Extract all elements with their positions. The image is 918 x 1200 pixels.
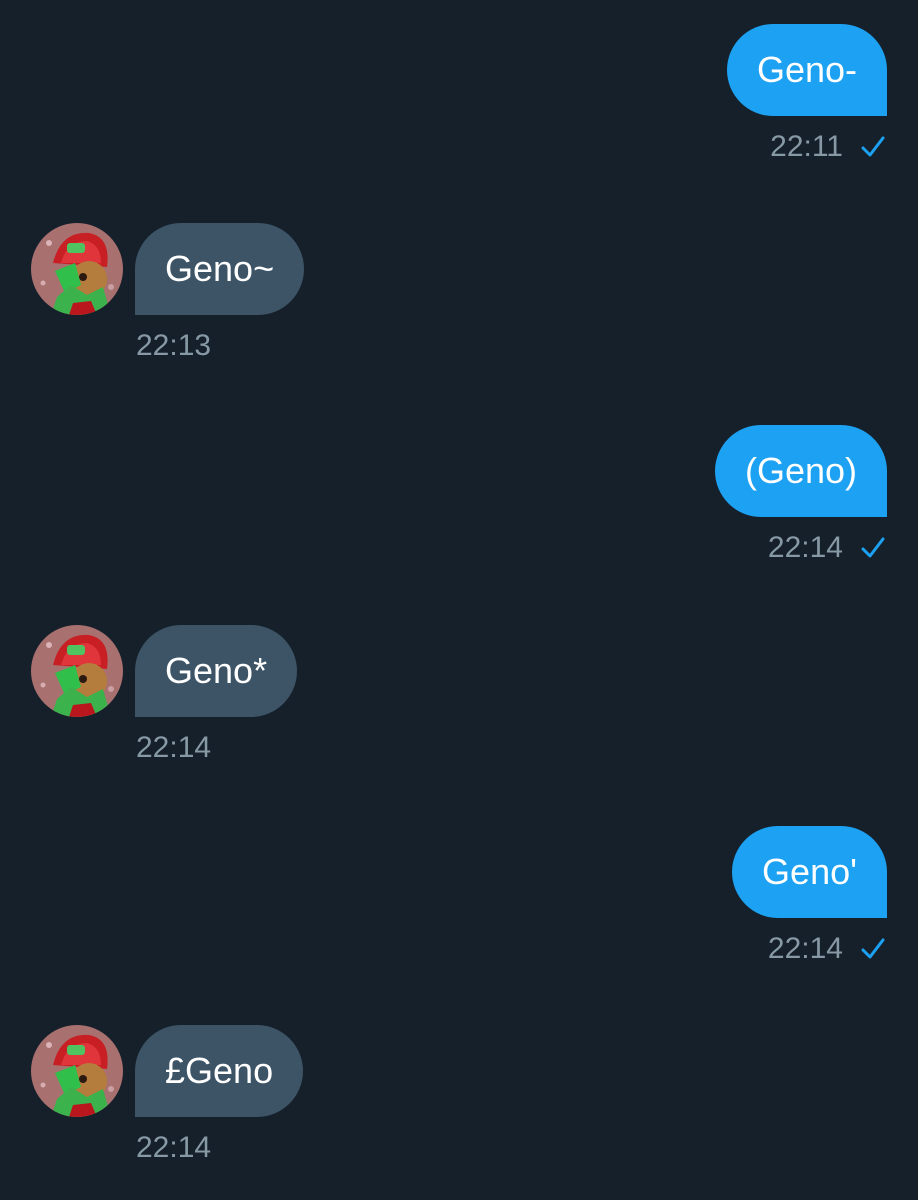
checkmark-icon xyxy=(861,537,885,558)
checkmark-icon xyxy=(861,136,885,157)
message-bubble[interactable]: Geno' xyxy=(732,826,887,918)
message-meta: 22:11 xyxy=(770,130,887,164)
avatar[interactable] xyxy=(31,223,123,315)
message-meta: 22:14 xyxy=(768,932,887,966)
message-meta: 22:14 xyxy=(136,731,211,765)
message-timestamp: 22:14 xyxy=(767,531,843,564)
message-meta: 22:14 xyxy=(136,1131,211,1165)
message-text: (Geno) xyxy=(744,450,857,491)
message-text: Geno- xyxy=(756,49,857,90)
avatar[interactable] xyxy=(31,625,123,717)
message-bubble[interactable]: Geno~ xyxy=(135,223,305,315)
conversation-thread: Geno- 22:11 Geno~ 22:13 (Geno) 22:14 Gen… xyxy=(0,0,918,1200)
checkmark-icon xyxy=(861,938,885,959)
message-bubble[interactable]: Geno- xyxy=(726,24,887,116)
avatar-image xyxy=(31,625,123,717)
message-timestamp: 22:14 xyxy=(767,932,843,965)
message-bubble[interactable]: Geno* xyxy=(135,625,298,717)
avatar-image xyxy=(31,1025,123,1117)
message-timestamp: 22:11 xyxy=(770,130,843,163)
avatar-image xyxy=(31,223,123,315)
message-text: Geno~ xyxy=(165,248,275,289)
message-text: Geno* xyxy=(165,650,268,691)
message-timestamp: 22:14 xyxy=(136,1131,212,1164)
message-meta: 22:14 xyxy=(768,531,887,565)
message-bubble[interactable]: (Geno) xyxy=(714,425,887,517)
message-meta: 22:13 xyxy=(136,329,211,363)
message-bubble[interactable]: £Geno xyxy=(135,1025,304,1117)
message-timestamp: 22:13 xyxy=(136,329,212,362)
avatar[interactable] xyxy=(31,1025,123,1117)
message-text: Geno' xyxy=(762,851,857,892)
message-text: £Geno xyxy=(165,1050,274,1091)
message-timestamp: 22:14 xyxy=(136,731,212,764)
